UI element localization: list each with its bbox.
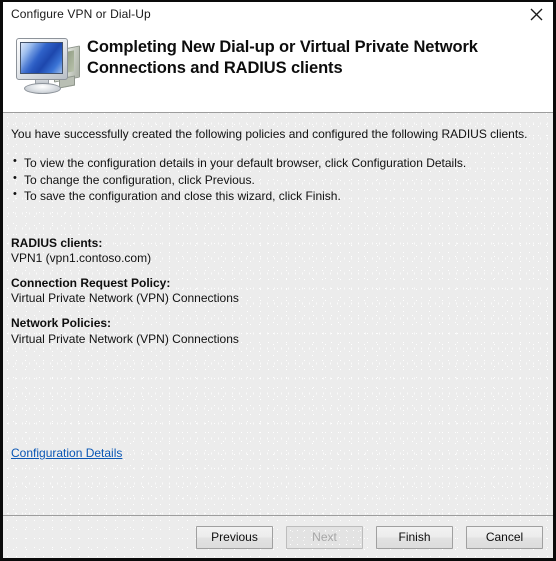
monitor-front-base — [24, 83, 61, 94]
close-button[interactable] — [519, 2, 553, 26]
summary-group-radius-clients: RADIUS clients: VPN1 (vpn1.contoso.com) — [11, 236, 543, 267]
list-item: To change the configuration, click Previ… — [11, 171, 543, 189]
page-title: Completing New Dial-up or Virtual Privat… — [87, 38, 478, 78]
summary-value: Virtual Private Network (VPN) Connection… — [11, 331, 239, 346]
summary-value: VPN1 (vpn1.contoso.com) — [11, 251, 152, 266]
monitor-front-screen — [20, 42, 63, 74]
summary-group-network-policies: Network Policies: Virtual Private Networ… — [11, 316, 543, 347]
cancel-button[interactable]: Cancel — [466, 525, 543, 549]
next-button: Next — [286, 525, 363, 549]
configuration-details-link[interactable]: Configuration Details — [11, 446, 122, 460]
previous-button[interactable]: Previous — [196, 525, 273, 549]
title-bar: Configure VPN or Dial-Up — [3, 2, 553, 26]
summary-label: Network Policies: — [11, 316, 112, 331]
summary-label: Connection Request Policy: — [11, 275, 171, 290]
intro-text: You have successfully created the follow… — [11, 127, 528, 141]
dual-monitor-icon — [9, 30, 87, 104]
footer-button-bar: Previous Next Finish Cancel — [3, 515, 553, 558]
summary-value: Virtual Private Network (VPN) Connection… — [11, 291, 239, 306]
finish-button[interactable]: Finish — [376, 525, 453, 549]
close-icon — [530, 8, 543, 21]
summary-block: RADIUS clients: VPN1 (vpn1.contoso.com) … — [11, 236, 543, 348]
list-item: To save the configuration and close this… — [11, 187, 543, 205]
content-area: You have successfully created the follow… — [3, 112, 553, 515]
wizard-window: Configure VPN or Dial-Up Completing New … — [0, 0, 556, 561]
window-title: Configure VPN or Dial-Up — [11, 7, 151, 21]
header-banner: Completing New Dial-up or Virtual Privat… — [3, 26, 553, 112]
summary-group-connection-request-policy: Connection Request Policy: Virtual Priva… — [11, 276, 543, 307]
summary-label: RADIUS clients: — [11, 235, 103, 250]
list-item: To view the configuration details in you… — [11, 154, 543, 172]
instruction-list: To view the configuration details in you… — [11, 154, 543, 205]
